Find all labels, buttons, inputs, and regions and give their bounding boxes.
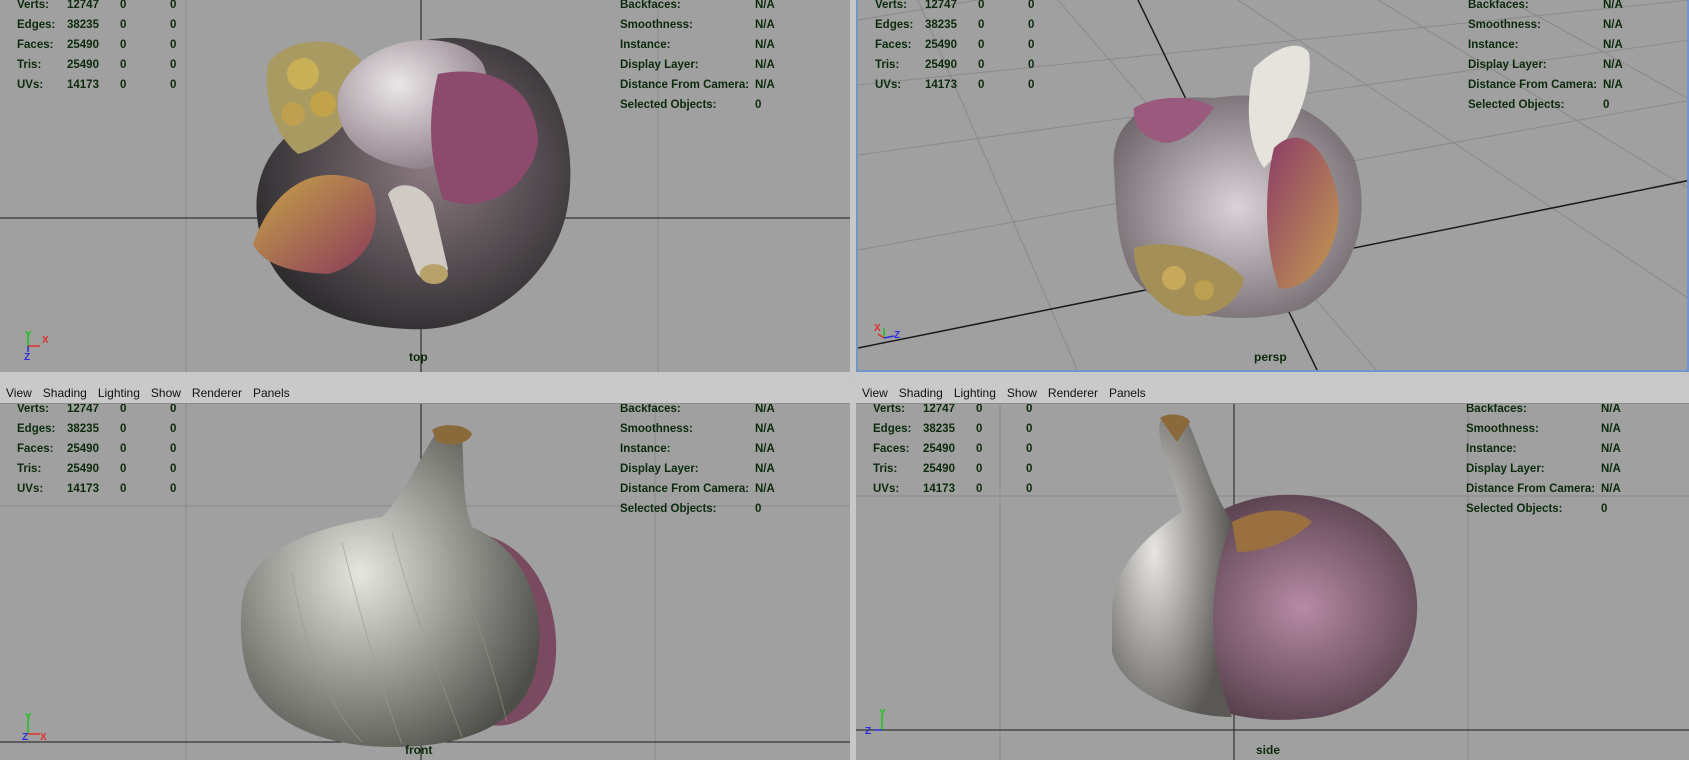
axis-gizmo-icon: Y Z (865, 708, 886, 737)
menu-show[interactable]: Show (1007, 386, 1037, 400)
info-row: Selected Objects: 0 (1468, 99, 1610, 111)
info-row: Distance From Camera: N/A (620, 483, 775, 495)
info-row: Selected Objects: 0 (620, 503, 762, 515)
stat-row: UVs: 14173 0 0 (17, 79, 177, 91)
info-row: Backfaces: N/A (620, 404, 775, 415)
axis-gizmo-icon: Y Z X (22, 712, 47, 743)
svg-text:Z: Z (865, 726, 871, 737)
svg-text:X: X (42, 335, 49, 346)
object-info-persp: Backfaces: N/A Smoothness: N/A Instance: N/… (1468, 0, 1623, 115)
menu-view[interactable]: View (6, 386, 32, 400)
stat-row: Faces: 25490 0 0 (17, 39, 177, 51)
info-row: Selected Objects: 0 (620, 99, 762, 111)
stat-row: Edges: 38235 0 0 (17, 423, 177, 435)
svg-text:Z: Z (24, 352, 30, 363)
info-row: Backfaces: N/A (1466, 404, 1621, 415)
info-row: Display Layer: N/A (1466, 463, 1621, 475)
stat-row: Edges: 38235 0 0 (17, 19, 177, 31)
info-row: Instance: N/A (620, 443, 775, 455)
svg-text:Y: Y (879, 708, 886, 719)
menubar-front: View Shading Lighting Show Renderer Pane… (0, 382, 850, 404)
object-info-front: Backfaces: N/A Smoothness: N/A Instance: N/… (620, 404, 775, 519)
info-row: Display Layer: N/A (620, 463, 775, 475)
svg-text:Y: Y (25, 330, 32, 341)
stat-row: UVs: 14173 0 0 (875, 79, 1035, 91)
stat-row: Tris: 25490 0 0 (875, 59, 1035, 71)
stat-row: Tris: 25490 0 0 (873, 463, 1033, 475)
stat-row: Edges: 38235 0 0 (873, 423, 1033, 435)
stat-row: Faces: 25490 0 0 (875, 39, 1035, 51)
stat-row: Verts: 12747 0 0 (17, 0, 177, 11)
axis-gizmo-icon: X Z (874, 323, 900, 341)
info-row: Smoothness: N/A (1466, 423, 1621, 435)
stat-row: Edges: 38235 0 0 (875, 19, 1035, 31)
camera-name-label: side (1256, 743, 1281, 757)
garlic-model-front[interactable] (232, 422, 572, 752)
garlic-model-persp[interactable] (1104, 28, 1404, 328)
info-row: Instance: N/A (620, 39, 775, 51)
menu-renderer[interactable]: Renderer (192, 386, 242, 400)
stat-row: Faces: 25490 0 0 (17, 443, 177, 455)
svg-text:Y: Y (25, 712, 32, 723)
stat-row: Tris: 25490 0 0 (17, 59, 177, 71)
info-row: Distance From Camera: N/A (620, 79, 775, 91)
menu-show[interactable]: Show (151, 386, 181, 400)
menu-lighting[interactable]: Lighting (98, 386, 140, 400)
camera-name-label: top (409, 350, 428, 364)
stat-row: Tris: 25490 0 0 (17, 463, 177, 475)
svg-text:X: X (874, 323, 881, 334)
svg-text:Z: Z (22, 732, 28, 743)
camera-name-label: persp (1254, 350, 1287, 364)
info-row: Smoothness: N/A (1468, 19, 1623, 31)
poly-stats-persp: Verts: 12747 0 0 Edges: 38235 0 0 Faces: 25490 0… (875, 0, 1034, 95)
menu-view[interactable]: View (862, 386, 888, 400)
menu-shading[interactable]: Shading (43, 386, 87, 400)
stat-row: Verts: 12747 0 0 (875, 0, 1035, 11)
menubar-side: View Shading Lighting Show Renderer Pane… (856, 382, 1689, 404)
info-row: Smoothness: N/A (620, 19, 775, 31)
svg-text:Z: Z (894, 330, 900, 341)
menu-panels[interactable]: Panels (1109, 386, 1146, 400)
menu-panels[interactable]: Panels (253, 386, 290, 400)
viewport-front[interactable]: Verts: 12747 0 0 Edges: 38235 0 0 Faces: 25490 0… (0, 404, 850, 760)
info-row: Instance: N/A (1466, 443, 1621, 455)
stat-row: UVs: 14173 0 0 (873, 483, 1033, 495)
stat-row: Verts: 12747 0 0 (17, 404, 177, 415)
poly-stats-top: Verts: 12747 0 0 Edges: 38235 0 0 Faces: 25490 0… (17, 0, 176, 95)
svg-text:X: X (40, 732, 47, 743)
menu-lighting[interactable]: Lighting (954, 386, 996, 400)
info-row: Distance From Camera: N/A (1466, 483, 1621, 495)
stat-row: Faces: 25490 0 0 (873, 443, 1033, 455)
info-row: Backfaces: N/A (1468, 0, 1623, 11)
viewport-side[interactable]: Verts: 12747 0 0 Edges: 38235 0 0 Faces: 25490 0… (856, 404, 1689, 760)
info-row: Selected Objects: 0 (1466, 503, 1608, 515)
camera-name-label: front (405, 743, 433, 757)
object-info-side: Backfaces: N/A Smoothness: N/A Instance: N/… (1466, 404, 1621, 519)
poly-stats-side: Verts: 12747 0 0 Edges: 38235 0 0 Faces: 25490 0… (873, 404, 1032, 499)
viewport-top[interactable]: Verts: 12747 0 0 Edges: 38235 0 0 Faces: 25490 0… (0, 0, 850, 372)
info-row: Display Layer: N/A (1468, 59, 1623, 71)
axis-gizmo-icon: Y X Z (24, 330, 49, 363)
stat-row: Verts: 12747 0 0 (873, 404, 1033, 415)
garlic-model-top[interactable] (238, 14, 598, 344)
object-info-top: Backfaces: N/A Smoothness: N/A Instance: N/… (620, 0, 775, 115)
info-row: Backfaces: N/A (620, 0, 775, 11)
info-row: Instance: N/A (1468, 39, 1623, 51)
viewport-persp[interactable]: Verts: 12747 0 0 Edges: 38235 0 0 Faces: 25490 0… (856, 0, 1689, 372)
garlic-model-side[interactable] (1102, 412, 1432, 737)
info-row: Smoothness: N/A (620, 423, 775, 435)
stat-row: UVs: 14173 0 0 (17, 483, 177, 495)
poly-stats-front: Verts: 12747 0 0 Edges: 38235 0 0 Faces: 25490 0… (17, 404, 176, 499)
info-row: Distance From Camera: N/A (1468, 79, 1623, 91)
menu-renderer[interactable]: Renderer (1048, 386, 1098, 400)
info-row: Display Layer: N/A (620, 59, 775, 71)
menu-shading[interactable]: Shading (899, 386, 943, 400)
